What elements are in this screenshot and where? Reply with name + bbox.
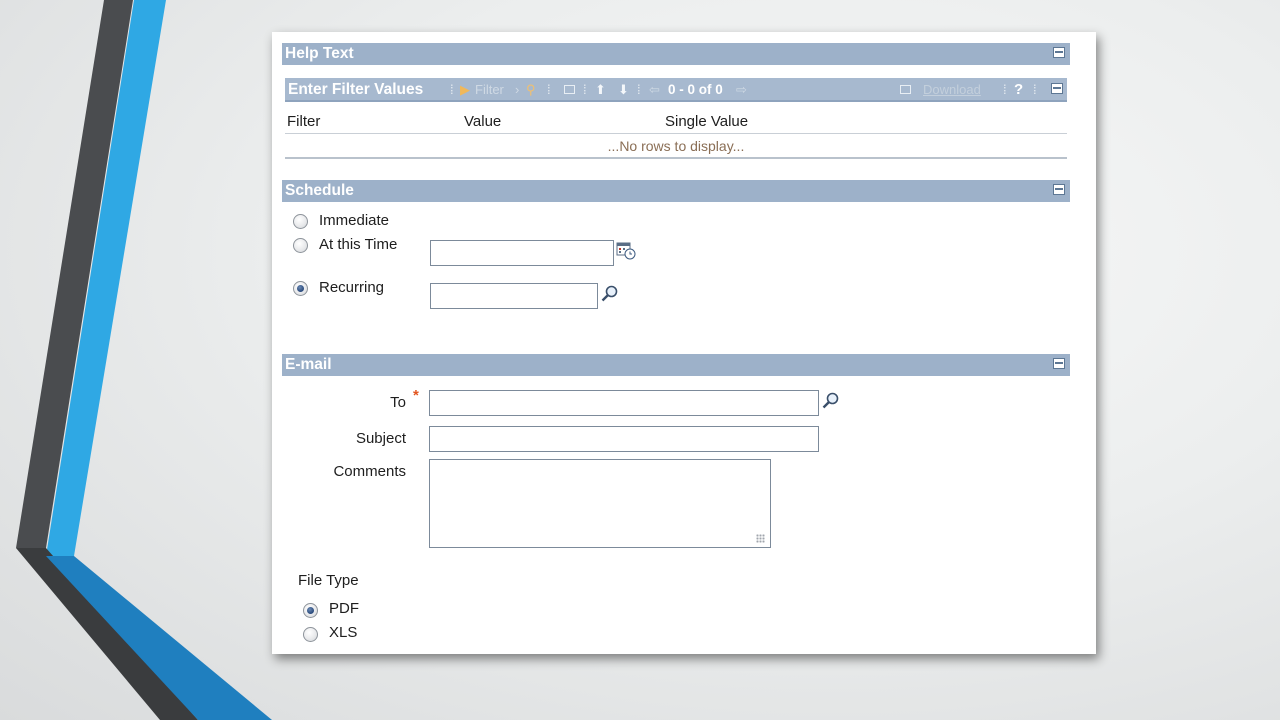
immediate-radio[interactable] (293, 214, 308, 229)
schedule-time-input[interactable] (430, 240, 614, 266)
help-text-header[interactable]: Help Text (282, 43, 1070, 65)
previous-page-icon[interactable]: ⇦ (649, 82, 660, 98)
toolbar-separator: ⁞ (583, 82, 587, 97)
download-link[interactable]: Download (923, 82, 981, 97)
schedule-header[interactable]: Schedule (282, 180, 1070, 202)
collapse-icon[interactable] (1053, 358, 1065, 369)
comments-label: Comments (333, 463, 406, 480)
immediate-label: Immediate (319, 212, 390, 229)
at-this-time-radio[interactable] (293, 238, 308, 253)
report-options-panel: Help Text Enter Filter Values ⁞ ▶ Filter… (272, 32, 1096, 654)
binoculars-icon[interactable]: ⚲ (526, 82, 536, 98)
file-type-label: File Type (298, 572, 359, 589)
toolbar-separator: ⁞ (637, 82, 641, 97)
filter-grid-toolbar: Enter Filter Values ⁞ ▶ Filter › ⚲ ⁞ ⁞ ⬆… (285, 78, 1067, 102)
toolbar-separator: ⁞ (1003, 82, 1007, 97)
subject-label: Subject (355, 430, 406, 447)
arrow-up-icon[interactable]: ⬆ (595, 82, 606, 98)
toolbar-separator: ⁞ (450, 82, 454, 97)
recurring-label: Recurring (319, 279, 385, 296)
to-label: To (390, 394, 406, 411)
comments-field[interactable] (429, 459, 771, 548)
personalize-icon[interactable] (564, 85, 575, 94)
toolbar-separator: ⁞ (547, 82, 551, 97)
resize-grip-icon[interactable] (756, 534, 765, 543)
to-field[interactable] (429, 390, 819, 416)
empty-grid-message: ...No rows to display... (285, 134, 1067, 159)
help-text-title: Help Text (285, 45, 354, 62)
recurring-radio[interactable] (293, 281, 308, 296)
recurrence-input[interactable] (430, 283, 598, 309)
play-icon: ▶ (460, 82, 470, 97)
xls-radio[interactable] (303, 627, 318, 642)
filter-link[interactable]: Filter (475, 82, 504, 97)
pdf-radio[interactable] (303, 603, 318, 618)
column-header-value[interactable]: Value (464, 113, 501, 130)
xls-label: XLS (329, 624, 358, 641)
email-header[interactable]: E-mail (282, 354, 1070, 376)
next-page-icon[interactable]: ⇨ (736, 82, 747, 98)
subject-field[interactable] (429, 426, 819, 452)
arrow-down-icon[interactable]: ⬇ (618, 82, 629, 98)
toolbar-separator: ⁞ (1033, 82, 1037, 97)
row-count: 0 - 0 of 0 (668, 82, 723, 97)
help-button[interactable]: ? (1014, 81, 1023, 98)
column-header-filter[interactable]: Filter (287, 113, 320, 130)
filter-grid-column-headers: Filter Value Single Value (285, 108, 1067, 134)
expand-icon[interactable] (1053, 47, 1065, 58)
required-indicator: * (413, 387, 419, 404)
filter-grid-title: Enter Filter Values (288, 81, 424, 98)
column-header-single-value[interactable]: Single Value (665, 113, 748, 130)
deco-dark-band-bottom (16, 548, 198, 720)
schedule-title: Schedule (285, 182, 354, 199)
download-icon[interactable] (900, 85, 911, 94)
search-icon[interactable] (821, 391, 841, 411)
chevron-right-icon: › (515, 82, 520, 97)
collapse-icon[interactable] (1053, 184, 1065, 195)
email-title: E-mail (285, 356, 332, 373)
collapse-icon[interactable] (1051, 83, 1063, 94)
calendar-clock-icon[interactable] (616, 241, 636, 261)
pdf-label: PDF (329, 600, 359, 617)
search-icon[interactable] (600, 284, 620, 304)
at-this-time-label: At this Time (319, 236, 398, 253)
